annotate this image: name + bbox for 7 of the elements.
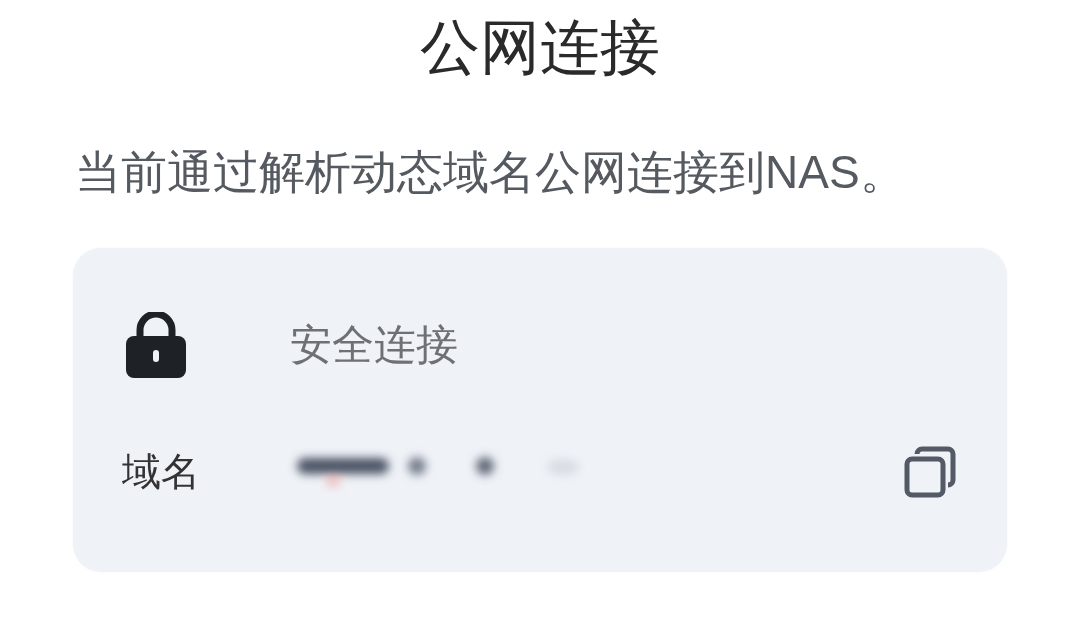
lock-icon	[126, 312, 186, 378]
page-title: 公网连接	[420, 13, 660, 83]
field-label: 域名	[122, 449, 200, 495]
copy-icon	[904, 446, 956, 498]
connection-status: 安全连接	[290, 320, 458, 370]
description-text: 当前通过解析动态域名公网连接到NAS。	[75, 145, 906, 200]
copy-button[interactable]	[904, 446, 956, 498]
